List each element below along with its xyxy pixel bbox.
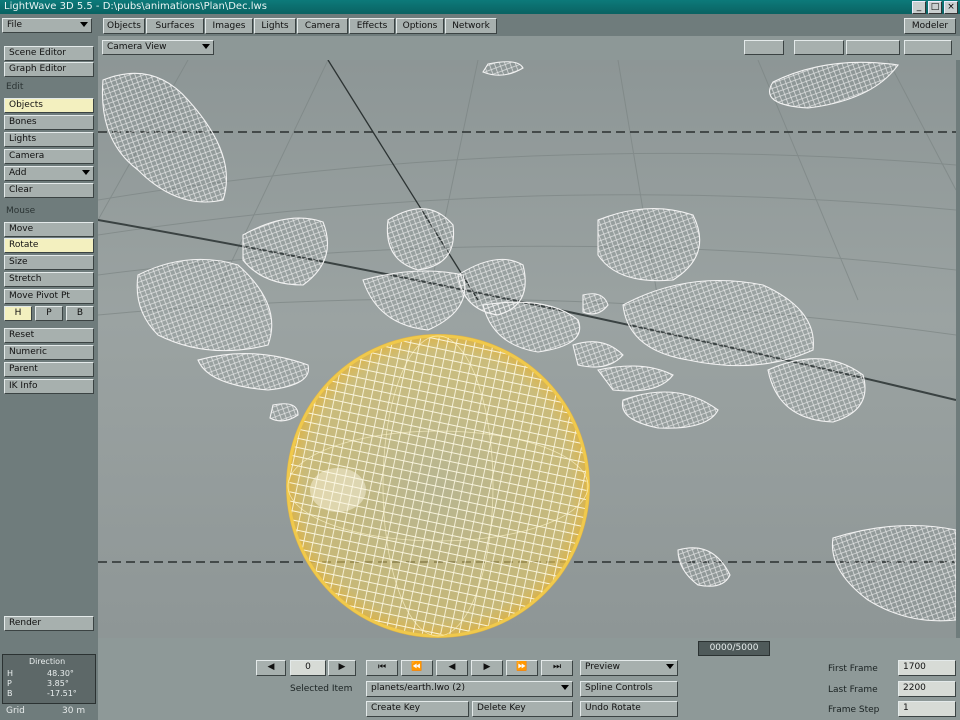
mouse-section-label: Mouse <box>6 206 36 216</box>
graph-editor-button[interactable]: Graph Editor <box>4 62 94 77</box>
reset-button[interactable]: Reset <box>4 328 94 343</box>
add-dropdown[interactable]: Add <box>4 166 94 181</box>
last-frame-field[interactable]: 2200 <box>898 681 956 697</box>
rewind-button[interactable]: ⏪ <box>401 660 433 676</box>
close-button[interactable]: × <box>944 1 958 14</box>
view-mode-label: Camera View <box>107 42 167 52</box>
edit-section-label: Edit <box>6 82 24 92</box>
arrow-right-icon: ▶ <box>338 662 346 672</box>
readout-axis-b: B <box>7 689 13 698</box>
selected-item-value: planets/earth.lwo (2) <box>371 683 466 693</box>
minimize-button[interactable]: _ <box>912 1 926 14</box>
frame-step-label: Frame Step <box>828 705 880 715</box>
ik-info-button[interactable]: IK Info <box>4 379 94 394</box>
preview-dropdown[interactable]: Preview <box>580 660 678 676</box>
clear-button[interactable]: Clear <box>4 183 94 198</box>
move-button[interactable]: Move <box>4 222 94 237</box>
frame-step-field[interactable]: 1 <box>898 701 956 717</box>
chevron-down-icon <box>82 170 90 175</box>
size-button[interactable]: Size <box>4 255 94 270</box>
create-key-button[interactable]: Create Key <box>366 701 469 717</box>
readout-axis-h: H <box>7 669 14 678</box>
add-dropdown-label: Add <box>9 168 27 178</box>
axis-p-toggle[interactable]: P <box>35 306 63 321</box>
tab-camera[interactable]: Camera <box>297 18 348 34</box>
preview-dropdown-label: Preview <box>585 662 621 672</box>
viewport-toolbar: Camera View <box>98 36 960 60</box>
grid-value: 30 m <box>62 706 86 716</box>
play-button[interactable]: ▶ <box>471 660 503 676</box>
rotate-button[interactable]: Rotate <box>4 238 94 253</box>
last-key-button[interactable]: ⏭ <box>541 660 573 676</box>
first-frame-label: First Frame <box>828 664 878 674</box>
camera-viewport[interactable] <box>98 60 956 638</box>
chevron-down-icon <box>80 22 88 27</box>
spline-controls-button[interactable]: Spline Controls <box>580 681 678 697</box>
view-mode-dropdown[interactable]: Camera View <box>102 40 214 55</box>
wireframe-scene <box>98 60 956 638</box>
readout-axis-p: P <box>7 679 12 688</box>
axis-line <box>327 60 479 301</box>
selected-planet[interactable] <box>286 334 590 638</box>
chevron-down-icon <box>561 685 569 690</box>
view-option-button[interactable] <box>846 40 900 55</box>
window-title: LightWave 3D 5.5 - D:\pubs\animations\Pl… <box>4 1 267 12</box>
view-option-button[interactable] <box>794 40 844 55</box>
tab-images[interactable]: Images <box>205 18 253 34</box>
scene-editor-button[interactable]: Scene Editor <box>4 46 94 61</box>
axis-h-toggle[interactable]: H <box>4 306 32 321</box>
edit-objects-button[interactable]: Objects <box>4 98 94 113</box>
readout-title: Direction <box>29 657 66 666</box>
direction-readout: Direction H 48.30° P 3.85° B -17.51° <box>2 654 96 704</box>
timeline-panel: 0000/5000 ◀ 0 ▶ ⏮ ⏪ ◀ ▶ ⏩ ⏭ Preview Sele… <box>98 638 960 720</box>
current-frame-field[interactable]: 0 <box>290 660 326 676</box>
arrow-left-icon: ◀ <box>267 662 275 672</box>
move-pivot-button[interactable]: Move Pivot Pt <box>4 289 94 304</box>
tab-network[interactable]: Network <box>445 18 497 34</box>
tab-effects[interactable]: Effects <box>349 18 395 34</box>
first-key-button[interactable]: ⏮ <box>366 660 398 676</box>
readout-value-p: 3.85° <box>47 679 69 688</box>
selected-item-dropdown[interactable]: planets/earth.lwo (2) <box>366 681 573 697</box>
render-button[interactable]: Render <box>4 616 94 631</box>
tab-objects[interactable]: Objects <box>103 18 145 34</box>
edit-lights-button[interactable]: Lights <box>4 132 94 147</box>
edit-bones-button[interactable]: Bones <box>4 115 94 130</box>
file-dropdown-label: File <box>7 20 23 30</box>
play-reverse-button[interactable]: ◀ <box>436 660 468 676</box>
frame-prev-button[interactable]: ◀ <box>256 660 286 676</box>
view-option-button[interactable] <box>744 40 784 55</box>
tab-options[interactable]: Options <box>396 18 444 34</box>
readout-value-b: -17.51° <box>47 689 77 698</box>
numeric-button[interactable]: Numeric <box>4 345 94 360</box>
window-controls: _ □ × <box>912 1 958 14</box>
top-menu-bar: File Objects Surfaces Images Lights Came… <box>0 14 960 36</box>
first-frame-field[interactable]: 1700 <box>898 660 956 676</box>
edit-camera-button[interactable]: Camera <box>4 149 94 164</box>
file-dropdown[interactable]: File <box>2 18 92 33</box>
modeler-button[interactable]: Modeler <box>904 18 956 34</box>
tab-surfaces[interactable]: Surfaces <box>146 18 204 34</box>
selected-item-label: Selected Item <box>290 684 353 694</box>
maximize-button[interactable]: □ <box>928 1 942 14</box>
readout-value-h: 48.30° <box>47 669 74 678</box>
left-tool-panel: Scene Editor Graph Editor Edit Objects B… <box>0 36 98 720</box>
chevron-down-icon <box>202 44 210 49</box>
axis-b-toggle[interactable]: B <box>66 306 94 321</box>
grid-label: Grid <box>6 706 25 716</box>
view-option-button[interactable] <box>904 40 952 55</box>
fast-forward-button[interactable]: ⏩ <box>506 660 538 676</box>
frame-next-button[interactable]: ▶ <box>328 660 356 676</box>
frame-counter: 0000/5000 <box>698 641 770 656</box>
parent-button[interactable]: Parent <box>4 362 94 377</box>
stretch-button[interactable]: Stretch <box>4 272 94 287</box>
delete-key-button[interactable]: Delete Key <box>472 701 573 717</box>
window-title-bar: LightWave 3D 5.5 - D:\pubs\animations\Pl… <box>0 0 960 14</box>
undo-rotate-button[interactable]: Undo Rotate <box>580 701 678 717</box>
tab-lights[interactable]: Lights <box>254 18 296 34</box>
chevron-down-icon <box>666 664 674 669</box>
last-frame-label: Last Frame <box>828 685 878 695</box>
